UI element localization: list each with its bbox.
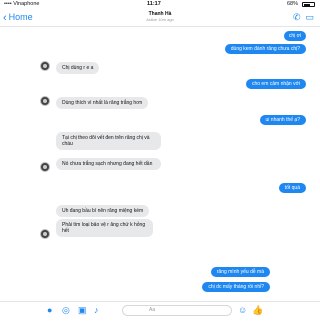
phone-icon[interactable]: ✆ — [293, 12, 301, 22]
message-list: chị ơi dùng kem đánh răng chưa chị? Chị … — [0, 27, 320, 297]
message-bubble-in[interactable]: Uh đang bầu bí nên răng miệng kém — [56, 205, 150, 217]
avatar[interactable] — [40, 229, 50, 239]
emoji-icon[interactable]: ☺ — [238, 305, 247, 315]
avatar[interactable] — [40, 162, 50, 172]
message-bubble-out[interactable]: cho em cảm nhận với — [245, 79, 306, 89]
avatar[interactable] — [40, 61, 50, 71]
back-label: Home — [8, 12, 33, 22]
mic-icon[interactable]: ♪ — [94, 305, 99, 315]
message-bubble-out[interactable]: ui nhanh thế ạ? — [259, 115, 306, 125]
image-icon[interactable]: ▣ — [78, 305, 87, 316]
camera-icon[interactable]: ◎ — [62, 305, 70, 316]
chat-header: ‹ Home Thanh Hà Active 10m ago ✆ ▭ — [0, 9, 320, 27]
message-bubble-out[interactable]: tốt quá — [278, 183, 306, 193]
message-input-placeholder: Aa — [149, 307, 156, 313]
message-bubble-in[interactable]: Tại chị theo dõi vết đen trên răng chị v… — [56, 132, 161, 150]
chevron-left-icon: ‹ — [3, 12, 7, 24]
status-bar: •••• Vinaphone 11:17 68% — [0, 0, 320, 9]
message-bubble-out[interactable]: dùng kem đánh răng chưa chị? — [224, 44, 306, 54]
message-bubble-in[interactable]: Phải tìm loại bảo vệ r ăng chứ k hỏng hế… — [56, 219, 153, 237]
composer-bar: ● ◎ ▣ ♪ Aa ☺ 👍 — [0, 301, 320, 321]
video-icon[interactable]: ▭ — [305, 12, 314, 22]
avatar[interactable] — [40, 96, 50, 106]
message-bubble-out[interactable]: răng mình yếu dễ mà — [210, 267, 270, 277]
carrier-label: •••• Vinaphone — [4, 1, 40, 7]
message-bubble-out[interactable]: chị dc mấy tháng rồi nhỉ? — [202, 282, 270, 292]
apps-icon[interactable]: ● — [47, 305, 52, 315]
like-icon[interactable]: 👍 — [252, 305, 263, 316]
back-button[interactable]: ‹ Home — [3, 11, 33, 24]
message-bubble-in[interactable]: Dùng thích vì nhất là răng trắng hơn — [56, 97, 149, 109]
battery-icon — [302, 2, 315, 7]
header-actions: ✆ ▭ — [288, 12, 314, 23]
contact-info[interactable]: Thanh Hà Active 10m ago — [135, 11, 185, 22]
message-bubble-in[interactable]: Nó chưa trắng sạch nhưng đang hết dần — [56, 158, 161, 170]
battery-percent: 68% — [286, 1, 298, 7]
message-input[interactable]: Aa — [122, 305, 232, 316]
contact-status: Active 10m ago — [146, 17, 174, 22]
clock-label: 11:17 — [147, 1, 161, 7]
message-bubble-out[interactable]: chị ơi — [283, 31, 306, 41]
message-bubble-in[interactable]: Chị dùng r e a — [56, 62, 100, 74]
